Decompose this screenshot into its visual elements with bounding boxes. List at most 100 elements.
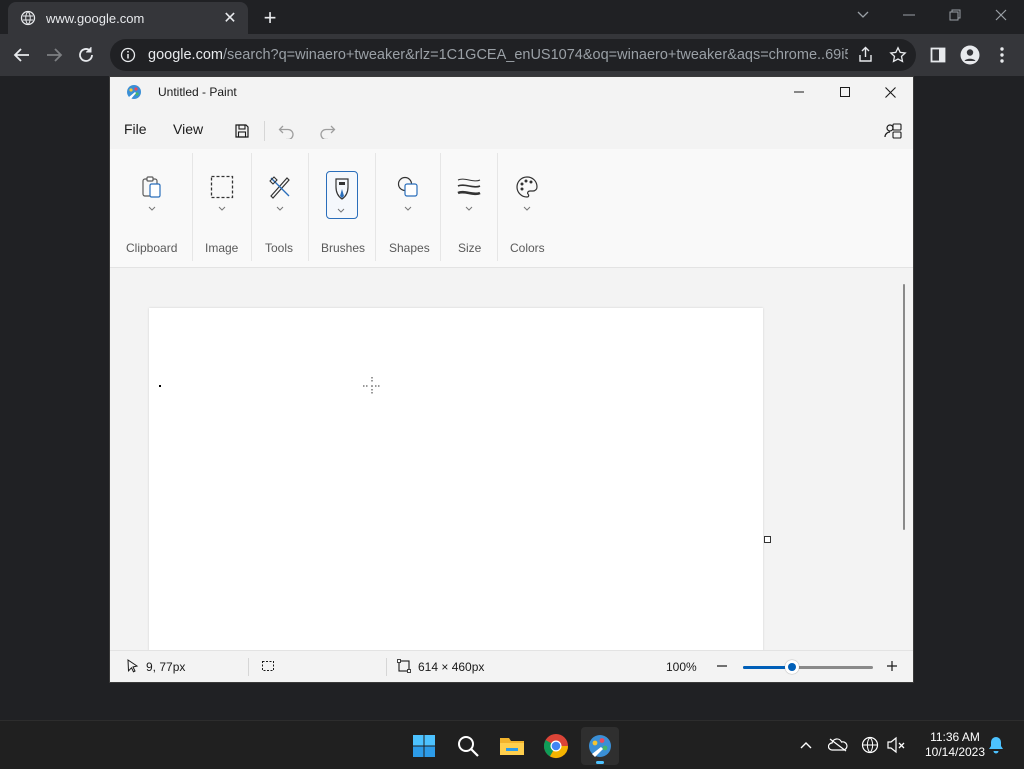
paint-close-button[interactable] — [867, 77, 913, 107]
tab-title: www.google.com — [46, 10, 145, 26]
ribbon-label-colors: Colors — [510, 241, 545, 255]
paint-window: Untitled - Paint File View Clipboard Ima… — [110, 77, 913, 682]
brushes-chevron-down-icon[interactable] — [335, 207, 347, 215]
cursor-position: 9, 77px — [146, 660, 186, 674]
paint-ribbon: Clipboard Image Tools Brushes Shapes Siz… — [110, 149, 913, 268]
colors-chevron-down-icon[interactable] — [521, 205, 533, 213]
ribbon-label-brushes: Brushes — [321, 241, 366, 255]
file-explorer-icon[interactable] — [493, 727, 531, 765]
network-globe-icon[interactable] — [860, 735, 880, 755]
drawing-canvas[interactable] — [149, 308, 763, 651]
new-tab-button[interactable]: + — [258, 5, 282, 30]
paint-taskbar-icon[interactable] — [581, 727, 619, 765]
tools-pencil-icon[interactable] — [264, 171, 296, 203]
back-button[interactable] — [8, 41, 36, 69]
forward-button[interactable] — [40, 41, 68, 69]
shapes-icon[interactable] — [392, 171, 424, 203]
paint-app-icon — [126, 84, 142, 100]
zoom-level: 100% — [666, 660, 697, 674]
account-settings-icon[interactable] — [881, 119, 905, 143]
size-chevron-down-icon[interactable] — [463, 205, 475, 213]
redo-icon[interactable] — [315, 119, 339, 143]
tab-close-icon[interactable]: ✕ — [220, 8, 240, 28]
onedrive-offline-icon[interactable] — [828, 735, 848, 755]
paint-menubar: File View — [110, 111, 913, 147]
canvas-size-icon — [397, 659, 411, 673]
profile-avatar-icon[interactable] — [956, 41, 984, 69]
status-divider — [248, 658, 249, 676]
clipboard-icon[interactable] — [136, 171, 168, 203]
zoom-out-icon[interactable] — [715, 659, 729, 673]
ribbon-group-tools[interactable]: Tools — [252, 149, 308, 267]
ribbon-label-size: Size — [458, 241, 482, 255]
bookmark-star-icon[interactable] — [888, 45, 908, 65]
minimize-button[interactable] — [886, 0, 932, 30]
clock-date: 10/14/2023 — [924, 745, 986, 759]
globe-icon — [20, 10, 36, 26]
notification-bell-icon[interactable] — [986, 735, 1006, 755]
canvas-dot — [159, 385, 161, 387]
color-palette-icon[interactable] — [511, 171, 543, 203]
paint-titlebar[interactable]: Untitled - Paint — [110, 77, 913, 107]
zoom-in-icon[interactable] — [885, 659, 899, 673]
crosshair-cursor-icon — [363, 377, 381, 395]
chrome-tabstrip: www.google.com ✕ + — [0, 0, 1024, 34]
ribbon-group-size[interactable]: Size — [441, 149, 497, 267]
paint-window-title: Untitled - Paint — [158, 85, 237, 99]
brush-icon[interactable] — [326, 173, 358, 205]
url-path: /search?q=winaero+tweaker&rlz=1C1GCEA_en… — [222, 47, 848, 63]
restore-button[interactable] — [932, 0, 978, 30]
volume-muted-icon[interactable] — [886, 735, 906, 755]
canvas-size: 614 × 460px — [418, 660, 485, 674]
chrome-toolbar: google.com/search?q=winaero+tweaker&rlz=… — [0, 34, 1024, 76]
status-divider — [386, 658, 387, 676]
chrome-menu-icon[interactable] — [988, 41, 1016, 69]
search-icon[interactable] — [449, 727, 487, 765]
close-window-button[interactable] — [978, 0, 1024, 30]
browser-tab[interactable]: www.google.com ✕ — [8, 2, 248, 34]
ribbon-group-image[interactable]: Image — [193, 149, 251, 267]
save-icon[interactable] — [230, 119, 254, 143]
ribbon-group-shapes[interactable]: Shapes — [376, 149, 440, 267]
canvas-resize-handle[interactable] — [764, 536, 771, 543]
clock-time: 11:36 AM — [930, 730, 980, 744]
ribbon-label-shapes: Shapes — [389, 241, 430, 255]
ribbon-group-clipboard[interactable]: Clipboard — [110, 149, 192, 267]
ribbon-group-colors[interactable]: Colors — [498, 149, 562, 267]
chevron-up-icon[interactable] — [796, 735, 816, 755]
side-panel-icon[interactable] — [924, 41, 952, 69]
ribbon-label-image: Image — [205, 241, 239, 255]
url-text: google.com/search?q=winaero+tweaker&rlz=… — [148, 47, 848, 63]
undo-icon[interactable] — [275, 119, 299, 143]
menu-view[interactable]: View — [173, 121, 203, 137]
image-chevron-down-icon[interactable] — [216, 205, 228, 213]
paint-workspace — [110, 268, 913, 651]
zoom-slider-thumb[interactable] — [785, 660, 800, 674]
pointer-icon — [127, 659, 139, 673]
reload-button[interactable] — [72, 41, 100, 69]
shapes-chevron-down-icon[interactable] — [402, 205, 414, 213]
clipboard-chevron-down-icon[interactable] — [146, 205, 158, 213]
tab-search-icon[interactable] — [840, 0, 886, 30]
stroke-size-icon[interactable] — [453, 171, 485, 203]
system-clock[interactable]: 11:36 AM 10/14/2023 — [914, 730, 996, 760]
toolbar-divider — [264, 121, 265, 141]
share-icon[interactable] — [856, 45, 876, 65]
paint-statusbar: 9, 77px 614 × 460px 100% — [110, 650, 913, 682]
ribbon-group-brushes[interactable]: Brushes — [309, 149, 375, 267]
site-info-icon[interactable] — [120, 47, 136, 63]
ribbon-label-tools: Tools — [265, 241, 294, 255]
menu-file[interactable]: File — [124, 121, 147, 137]
selection-size-icon — [262, 661, 274, 671]
chrome-icon[interactable] — [537, 727, 575, 765]
vertical-scrollbar[interactable] — [903, 284, 905, 530]
url-host: google.com — [148, 47, 223, 63]
tools-chevron-down-icon[interactable] — [274, 205, 286, 213]
windows-taskbar: 11:36 AM 10/14/2023 — [0, 720, 1024, 769]
select-rectangle-icon[interactable] — [206, 171, 238, 203]
address-bar[interactable]: google.com/search?q=winaero+tweaker&rlz=… — [110, 39, 916, 71]
ribbon-label-clipboard: Clipboard — [126, 241, 178, 255]
paint-minimize-button[interactable] — [776, 77, 822, 107]
paint-maximize-button[interactable] — [822, 77, 868, 107]
start-button-windows-icon[interactable] — [405, 727, 443, 765]
